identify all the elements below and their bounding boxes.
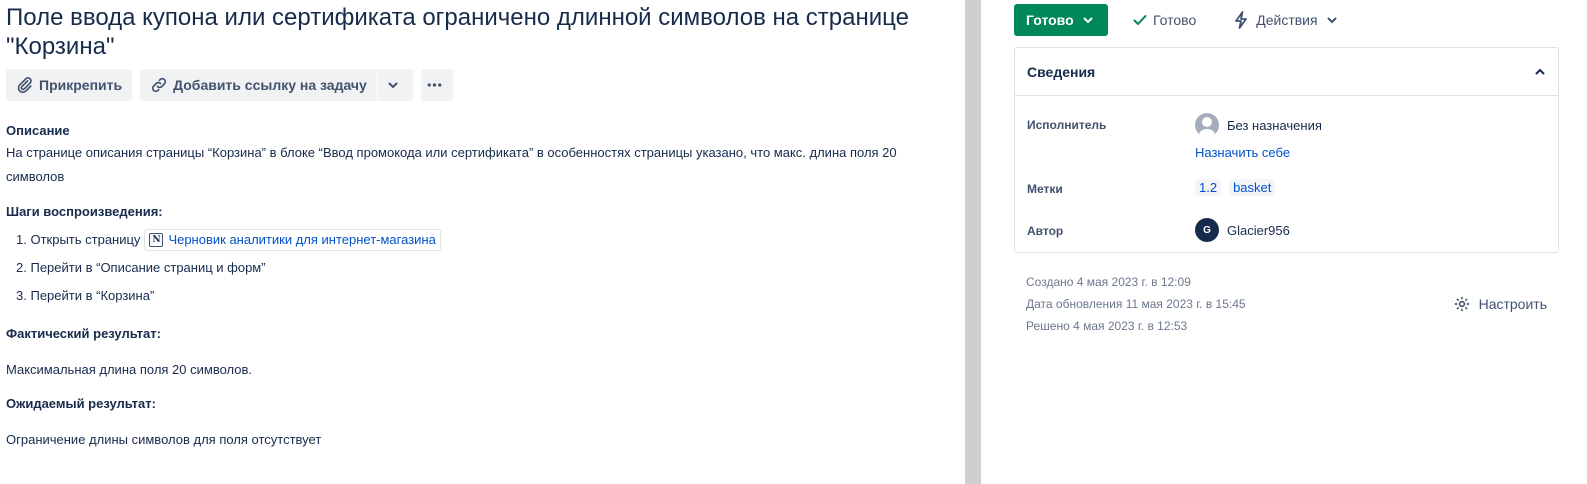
- chevron-down-icon: [388, 82, 398, 89]
- created-date: Создано 4 мая 2023 г. в 12:09: [1026, 275, 1191, 289]
- link-issue-dropdown-button[interactable]: [377, 69, 413, 101]
- status-button-label: Готово: [1026, 12, 1074, 28]
- step-number: 3.: [16, 288, 27, 303]
- step-text: Перейти в “Корзина”: [30, 288, 155, 303]
- steps-list: 1. Открыть страницу N Черновик аналитики…: [6, 226, 959, 310]
- issue-main-pane: Поле ввода купона или сертификата ограни…: [0, 0, 965, 484]
- actual-result-heading: Фактический результат:: [6, 326, 161, 341]
- more-icon: [427, 83, 442, 87]
- avatar: G: [1195, 218, 1219, 242]
- chevron-down-icon: [1327, 17, 1337, 24]
- configure-button[interactable]: Настроить: [1453, 271, 1559, 337]
- labels-row: Метки 1.2 basket: [1027, 172, 1546, 196]
- chevron-down-icon: [1083, 17, 1093, 24]
- assignee-row: Исполнитель Без назначения Назначить себ…: [1027, 108, 1546, 160]
- reporter-name: Glacier956: [1227, 222, 1290, 238]
- labels-label: Метки: [1027, 182, 1063, 196]
- resolution-label: Готово: [1153, 12, 1197, 28]
- details-panel-header[interactable]: Сведения: [1015, 48, 1558, 96]
- reporter-row: Автор G Glacier956: [1027, 214, 1546, 242]
- reporter-field[interactable]: G Glacier956: [1195, 218, 1290, 242]
- resolution-indicator: Готово: [1132, 12, 1196, 28]
- attach-button[interactable]: Прикрепить: [6, 69, 133, 101]
- lightning-icon: [1235, 11, 1248, 29]
- issue-side-pane: Готово Готово Действия Сведения Исполнит…: [1014, 0, 1559, 484]
- description-text[interactable]: На странице описания страницы “Корзина” …: [6, 141, 936, 189]
- actions-menu-button[interactable]: Действия: [1234, 11, 1337, 29]
- actual-result-text: Максимальная длина поля 20 символов.: [6, 362, 253, 377]
- resolved-date: Решено 4 мая 2023 г. в 12:53: [1026, 319, 1188, 333]
- list-item: 3. Перейти в “Корзина”: [16, 282, 959, 310]
- dates-list: Создано 4 мая 2023 г. в 12:09 Дата обнов…: [1026, 271, 1246, 337]
- list-item: 1. Открыть страницу N Черновик аналитики…: [16, 226, 959, 254]
- assignee-value: Без назначения Назначить себе: [1195, 108, 1322, 160]
- assignee-label: Исполнитель: [1027, 118, 1107, 132]
- notion-page-icon: N: [149, 233, 164, 247]
- attach-button-label: Прикрепить: [39, 77, 123, 93]
- configure-label: Настроить: [1478, 296, 1547, 312]
- steps-heading: Шаги воспроизведения:: [6, 204, 163, 219]
- labels-field[interactable]: 1.2 basket: [1195, 179, 1283, 196]
- expected-result-text: Ограничение длины символов для поля отсу…: [6, 432, 322, 447]
- status-transition-button[interactable]: Готово: [1014, 4, 1108, 36]
- issue-toolbar: Прикрепить Добавить ссылку на задачу: [6, 69, 959, 101]
- more-actions-button[interactable]: [420, 69, 453, 101]
- pane-resize-divider[interactable]: [965, 0, 981, 484]
- list-item: 2. Перейти в “Описание страниц и форм”: [16, 254, 959, 282]
- step-number: 2.: [16, 260, 27, 275]
- avatar: [1195, 113, 1219, 137]
- confluence-page-link[interactable]: N Черновик аналитики для интернет-магази…: [144, 229, 441, 251]
- details-panel-title: Сведения: [1027, 63, 1096, 80]
- checkmark-icon: [1133, 15, 1147, 26]
- actions-menu-label: Действия: [1256, 12, 1318, 28]
- reporter-label: Автор: [1027, 224, 1064, 238]
- gear-icon: [1454, 296, 1469, 312]
- details-panel: Сведения Исполнитель Без назначения Назн…: [1014, 47, 1559, 253]
- link-issue-button[interactable]: Добавить ссылку на задачу: [140, 69, 377, 101]
- chevron-up-icon[interactable]: [1534, 66, 1546, 78]
- issue-dates: Создано 4 мая 2023 г. в 12:09 Дата обнов…: [1014, 271, 1559, 337]
- step-text: Открыть страницу: [30, 232, 141, 247]
- details-panel-body: Исполнитель Без назначения Назначить себ…: [1015, 96, 1558, 242]
- link-icon: [152, 77, 167, 93]
- step-number: 1.: [16, 232, 27, 247]
- assignee-name: Без назначения: [1227, 117, 1322, 133]
- link-issue-button-label: Добавить ссылку на задачу: [173, 77, 367, 93]
- smart-link-label: Черновик аналитики для интернет-магазина: [168, 232, 436, 247]
- paperclip-icon: [17, 77, 32, 94]
- updated-date: Дата обновления 11 мая 2023 г. в 15:45: [1026, 297, 1246, 311]
- issue-title[interactable]: Поле ввода купона или сертификата ограни…: [6, 3, 946, 61]
- label-tag[interactable]: basket: [1229, 179, 1276, 196]
- assign-to-me-link[interactable]: Назначить себе: [1195, 145, 1290, 160]
- label-tag[interactable]: 1.2: [1195, 179, 1222, 196]
- assignee-field[interactable]: Без назначения: [1195, 110, 1322, 140]
- expected-result-heading: Ожидаемый результат:: [6, 396, 156, 411]
- status-actions-bar: Готово Готово Действия: [1014, 4, 1559, 36]
- description-label: Описание: [6, 123, 70, 138]
- step-text: Перейти в “Описание страниц и форм”: [30, 260, 266, 275]
